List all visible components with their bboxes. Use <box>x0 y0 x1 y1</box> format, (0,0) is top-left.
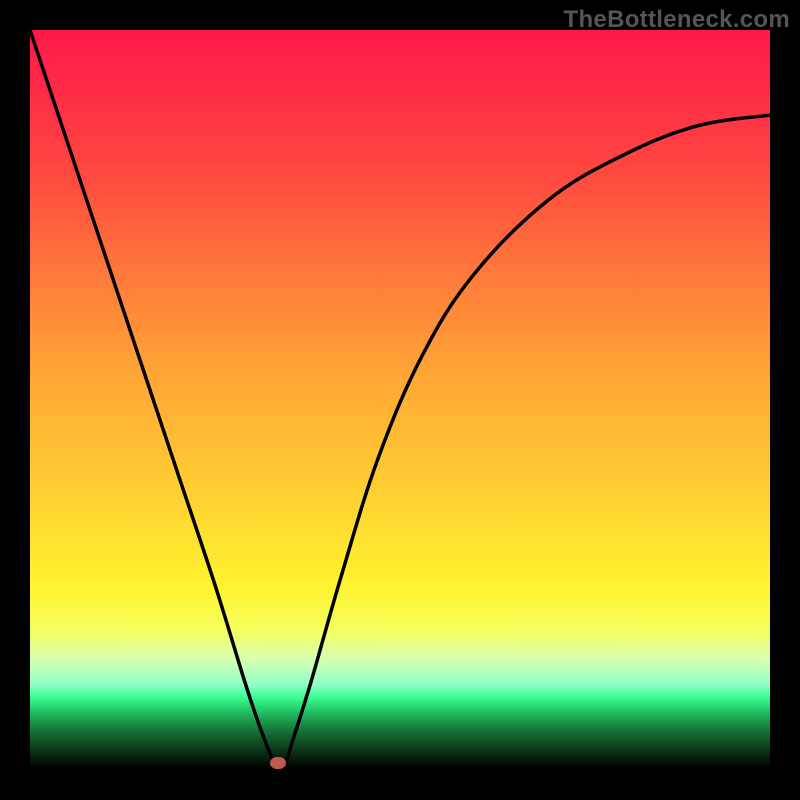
optimum-marker <box>270 757 286 769</box>
plot-area <box>30 30 770 770</box>
watermark-text: TheBottleneck.com <box>564 6 790 34</box>
bottleneck-curve <box>30 30 770 770</box>
chart-frame: TheBottleneck.com <box>0 0 800 800</box>
